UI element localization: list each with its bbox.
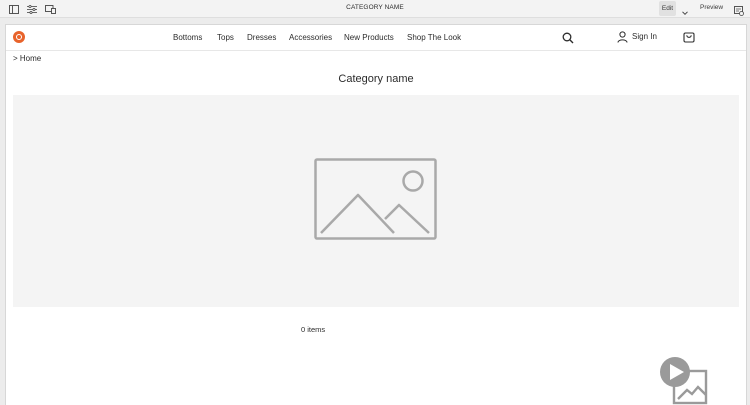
nav-item-shop-the-look[interactable]: Shop The Look: [407, 33, 461, 42]
page-information-icon[interactable]: [734, 3, 744, 21]
nav-item-bottoms[interactable]: Bottoms: [173, 33, 202, 42]
page-title: CATEGORY NAME: [346, 4, 404, 11]
media-placeholder-icon: [660, 357, 708, 405]
site-header: Bottoms Tops Dresses Accessories New Pro…: [6, 25, 746, 51]
sign-in-link[interactable]: Sign In: [632, 32, 657, 41]
logo-icon[interactable]: [13, 31, 25, 43]
nav-item-dresses[interactable]: Dresses: [247, 33, 276, 42]
chevron-down-icon[interactable]: [681, 4, 689, 22]
category-title: Category name: [338, 73, 414, 85]
category-image: [13, 95, 739, 307]
breadcrumb[interactable]: > Home: [13, 54, 41, 63]
nav-item-new-products[interactable]: New Products: [344, 33, 394, 42]
editor-toolbar: CATEGORY NAME Edit Preview: [0, 0, 750, 18]
preview-button[interactable]: Preview: [700, 4, 723, 11]
image-placeholder-icon: [314, 158, 438, 245]
nav-item-tops[interactable]: Tops: [217, 33, 234, 42]
page-canvas: Bottoms Tops Dresses Accessories New Pro…: [6, 25, 746, 405]
search-icon[interactable]: [562, 31, 574, 49]
items-count: 0 items: [301, 325, 326, 334]
nav-item-accessories[interactable]: Accessories: [289, 33, 332, 42]
cart-icon[interactable]: [683, 30, 695, 48]
user-icon[interactable]: [617, 30, 628, 48]
edit-mode-button[interactable]: Edit: [659, 1, 676, 16]
